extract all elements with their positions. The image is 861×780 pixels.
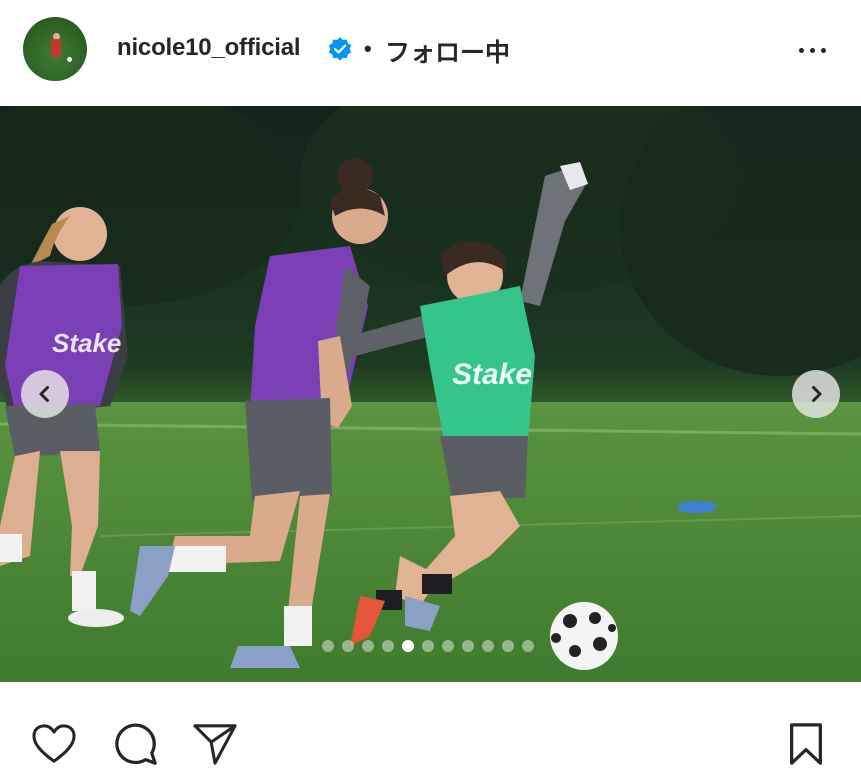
training-photo: Stake Stake bbox=[0, 106, 861, 682]
post-header: nicole10_official • フォロー中 bbox=[0, 0, 861, 106]
carousel-indicators bbox=[322, 640, 534, 652]
next-slide-button[interactable] bbox=[792, 370, 840, 418]
comment-button[interactable] bbox=[111, 720, 159, 768]
paper-plane-icon bbox=[193, 724, 237, 765]
comment-icon bbox=[115, 723, 157, 765]
chevron-left-icon bbox=[39, 386, 49, 402]
bookmark-icon bbox=[790, 723, 822, 765]
post-actions bbox=[0, 682, 861, 780]
soccer-ball bbox=[550, 602, 618, 670]
heart-icon bbox=[32, 724, 76, 763]
carousel-dot bbox=[342, 640, 354, 652]
svg-text:Stake: Stake bbox=[452, 358, 532, 391]
more-dot bbox=[798, 47, 804, 53]
chevron-right-icon bbox=[812, 386, 822, 402]
like-button[interactable] bbox=[30, 720, 78, 768]
carousel-dot bbox=[462, 640, 474, 652]
avatar-figure bbox=[51, 39, 61, 57]
more-dot bbox=[820, 47, 826, 53]
carousel-dot bbox=[502, 640, 514, 652]
post-photo[interactable]: Stake Stake bbox=[0, 106, 861, 682]
carousel-dot bbox=[442, 640, 454, 652]
profile-avatar[interactable] bbox=[23, 17, 87, 81]
carousel-dot bbox=[322, 640, 334, 652]
carousel-dot bbox=[422, 640, 434, 652]
previous-slide-button[interactable] bbox=[21, 370, 69, 418]
separator-dot: • bbox=[364, 36, 372, 61]
svg-text:Stake: Stake bbox=[52, 328, 121, 358]
carousel-dot bbox=[522, 640, 534, 652]
carousel-dot bbox=[482, 640, 494, 652]
carousel-dot bbox=[362, 640, 374, 652]
carousel-dot bbox=[402, 640, 414, 652]
avatar-ball bbox=[67, 57, 72, 62]
following-button[interactable]: フォロー中 bbox=[385, 33, 510, 69]
share-button[interactable] bbox=[191, 720, 239, 768]
more-options-icon[interactable] bbox=[792, 38, 832, 62]
save-button[interactable] bbox=[782, 720, 830, 768]
carousel-dot bbox=[382, 640, 394, 652]
verified-badge-icon bbox=[328, 37, 352, 61]
more-dot bbox=[809, 47, 815, 53]
username-link[interactable]: nicole10_official bbox=[117, 34, 301, 62]
